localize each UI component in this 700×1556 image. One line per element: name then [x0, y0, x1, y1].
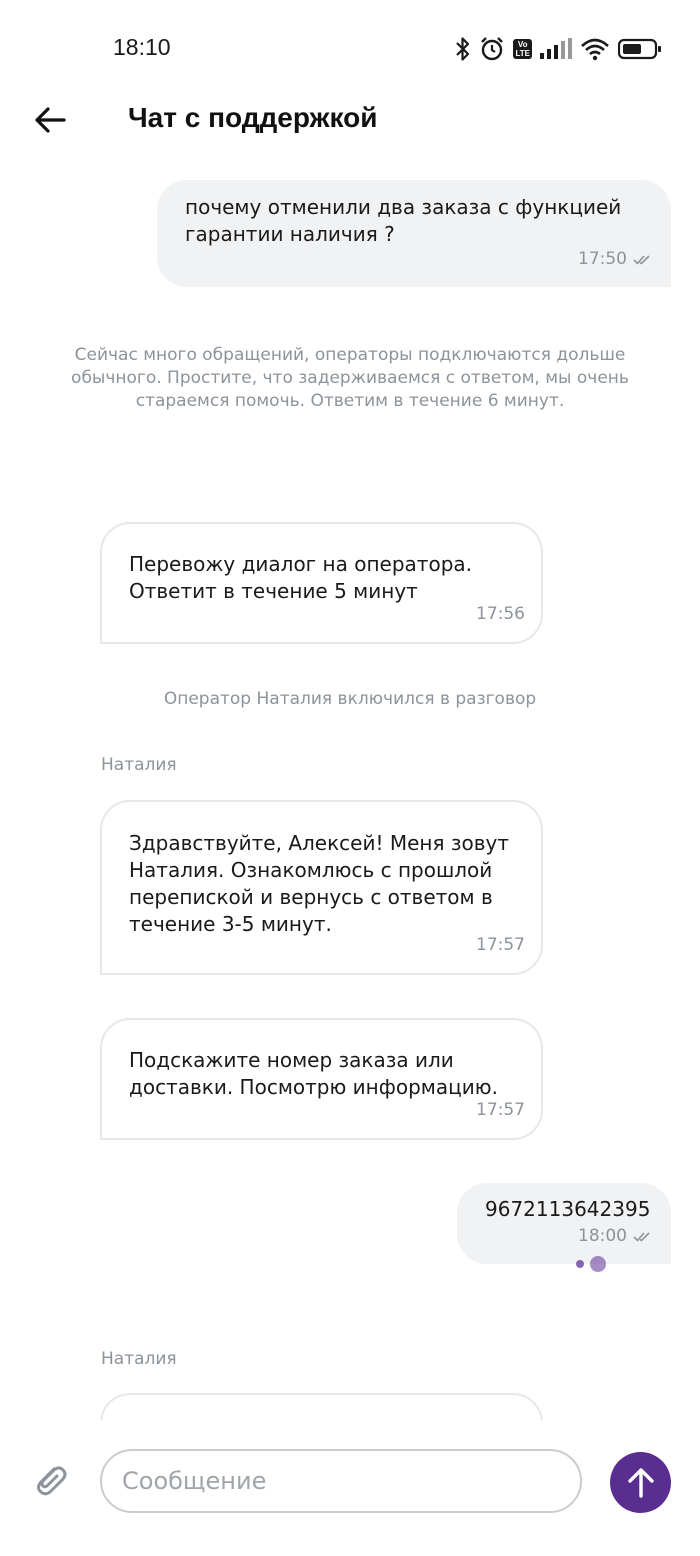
- incoming-message[interactable]: Перевожу диалог на оператора. Ответит в …: [100, 522, 543, 644]
- incoming-message[interactable]: Здравствуйте, Алексей! Меня зовут Натали…: [100, 800, 543, 975]
- system-notice: Сейчас много обращений, операторы подклю…: [60, 344, 640, 413]
- arrow-up-icon: [627, 1467, 654, 1498]
- message-text-line: Наталия. Ознакомлюсь с прошлой: [129, 858, 493, 882]
- status-icons: Vo LTE: [455, 34, 662, 64]
- volte-label-bottom: LTE: [515, 49, 530, 58]
- alarm-icon: [479, 36, 505, 62]
- message-time: 17:56: [476, 604, 525, 624]
- message-time: 18:00: [578, 1226, 627, 1246]
- message-text-line: доставки. Посмотрю информацию.: [129, 1075, 498, 1099]
- message-meta: 17:50: [578, 246, 651, 273]
- double-check-icon: [633, 254, 650, 265]
- message-time: 17:57: [476, 935, 525, 955]
- message-text-line: Подскажите номер заказа или: [129, 1048, 454, 1072]
- message-text-line: почему отменили два заказа с функцией: [185, 195, 622, 219]
- outgoing-message[interactable]: почему отменили два заказа с функцией га…: [157, 180, 671, 287]
- battery-icon: [618, 38, 662, 60]
- message-meta: 18:00: [578, 1223, 651, 1250]
- message-time: 17:57: [476, 1100, 525, 1120]
- system-text-line: Сейчас много обращений, операторы подклю…: [74, 345, 626, 365]
- system-text-line: стараемся помочь. Ответим в течение 6 ми…: [135, 391, 565, 411]
- sender-name: Наталия: [101, 755, 177, 775]
- message-text-line: 9672113642395: [485, 1197, 651, 1221]
- operator-joined-notice: Оператор Наталия включился в разговор: [60, 688, 640, 711]
- outgoing-message[interactable]: 9672113642395 18:00: [457, 1183, 671, 1264]
- status-time: 18:10: [113, 34, 171, 60]
- volte-label-top: Vo: [517, 40, 528, 49]
- send-button[interactable]: [610, 1452, 671, 1513]
- message-text-line: Перевожу диалог на оператора.: [129, 552, 472, 576]
- message-text-line: Здравствуйте, Алексей! Меня зовут: [129, 831, 510, 855]
- sender-name: Наталия: [101, 1349, 177, 1369]
- attach-button[interactable]: [30, 1458, 70, 1502]
- incoming-message[interactable]: Подскажите номер заказа или доставки. По…: [100, 1018, 543, 1140]
- typing-indicator: [576, 1256, 606, 1272]
- status-bar: 18:10 Vo LTE: [0, 0, 700, 90]
- system-text-line: обычного. Простите, что задерживаемся с …: [71, 368, 629, 388]
- message-text-line: Ответит в течение 5 минут: [129, 579, 418, 603]
- arrow-left-icon: [35, 107, 66, 133]
- signal-icon: [540, 38, 572, 60]
- typing-dot: [576, 1260, 584, 1268]
- message-text-line: течение 3-5 минут.: [129, 912, 332, 936]
- system-text-line: Оператор Наталия включился в разговор: [163, 689, 537, 709]
- typing-dot: [590, 1256, 606, 1272]
- double-check-icon: [633, 1231, 650, 1242]
- wifi-icon: [580, 37, 610, 61]
- paperclip-icon: [37, 1466, 67, 1496]
- volte-icon: Vo LTE: [513, 39, 532, 59]
- message-time: 17:50: [578, 249, 627, 269]
- message-text-line: гарантии наличия ?: [185, 222, 395, 246]
- message-input[interactable]: [100, 1449, 582, 1513]
- page-title: Чат с поддержкой: [128, 102, 378, 133]
- composer-bar: [0, 1420, 700, 1556]
- message-text-line: перепиской и вернусь с ответом в: [129, 885, 493, 909]
- bluetooth-icon: [455, 36, 471, 62]
- chat-header: Чат с поддержкой: [0, 90, 700, 150]
- back-button[interactable]: [30, 100, 70, 140]
